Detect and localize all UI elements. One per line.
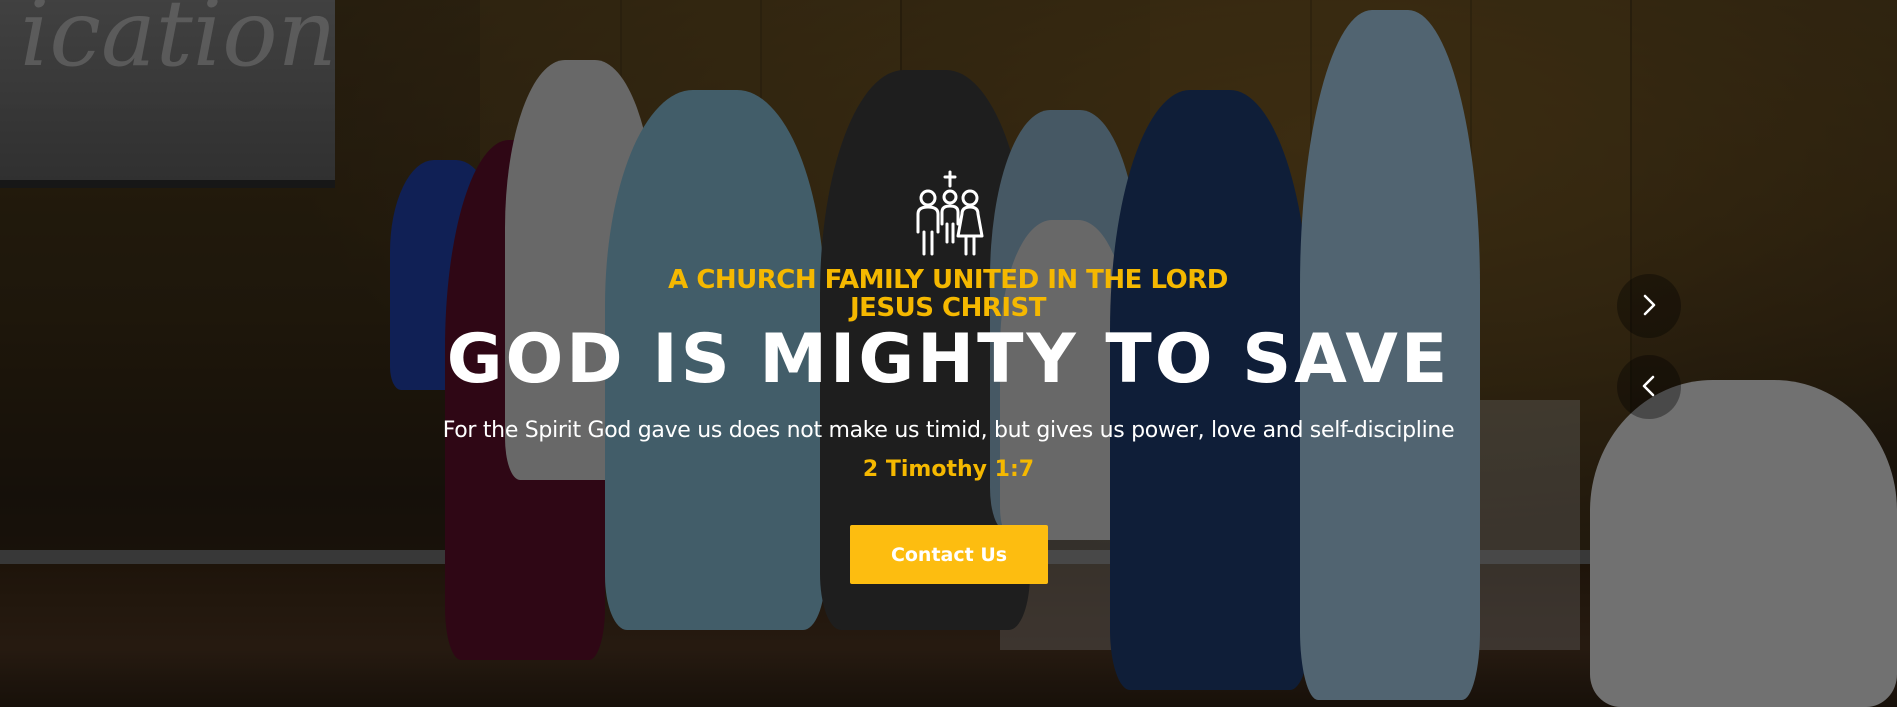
hero-tagline: A CHURCH FAMILY UNITED IN THE LORD JESUS… (668, 265, 1228, 323)
slider-next-button[interactable] (1617, 274, 1681, 338)
family-cross-icon (910, 170, 990, 256)
hero-slider: ication A CHURCH FAMILY UNITED IN THE LO… (0, 0, 1897, 707)
chevron-left-icon (1640, 375, 1658, 400)
hero-content: A CHURCH FAMILY UNITED IN THE LORD JESUS… (0, 0, 1897, 707)
slider-prev-button[interactable] (1617, 355, 1681, 419)
hero-verse: For the Spirit God gave us does not make… (442, 418, 1455, 443)
verse-reference: 2 Timothy 1:7 (862, 457, 1035, 482)
contact-us-button[interactable]: Contact Us (850, 525, 1048, 584)
chevron-right-icon (1640, 294, 1658, 319)
hero-headline: GOD IS MIGHTY TO SAVE (446, 320, 1451, 399)
